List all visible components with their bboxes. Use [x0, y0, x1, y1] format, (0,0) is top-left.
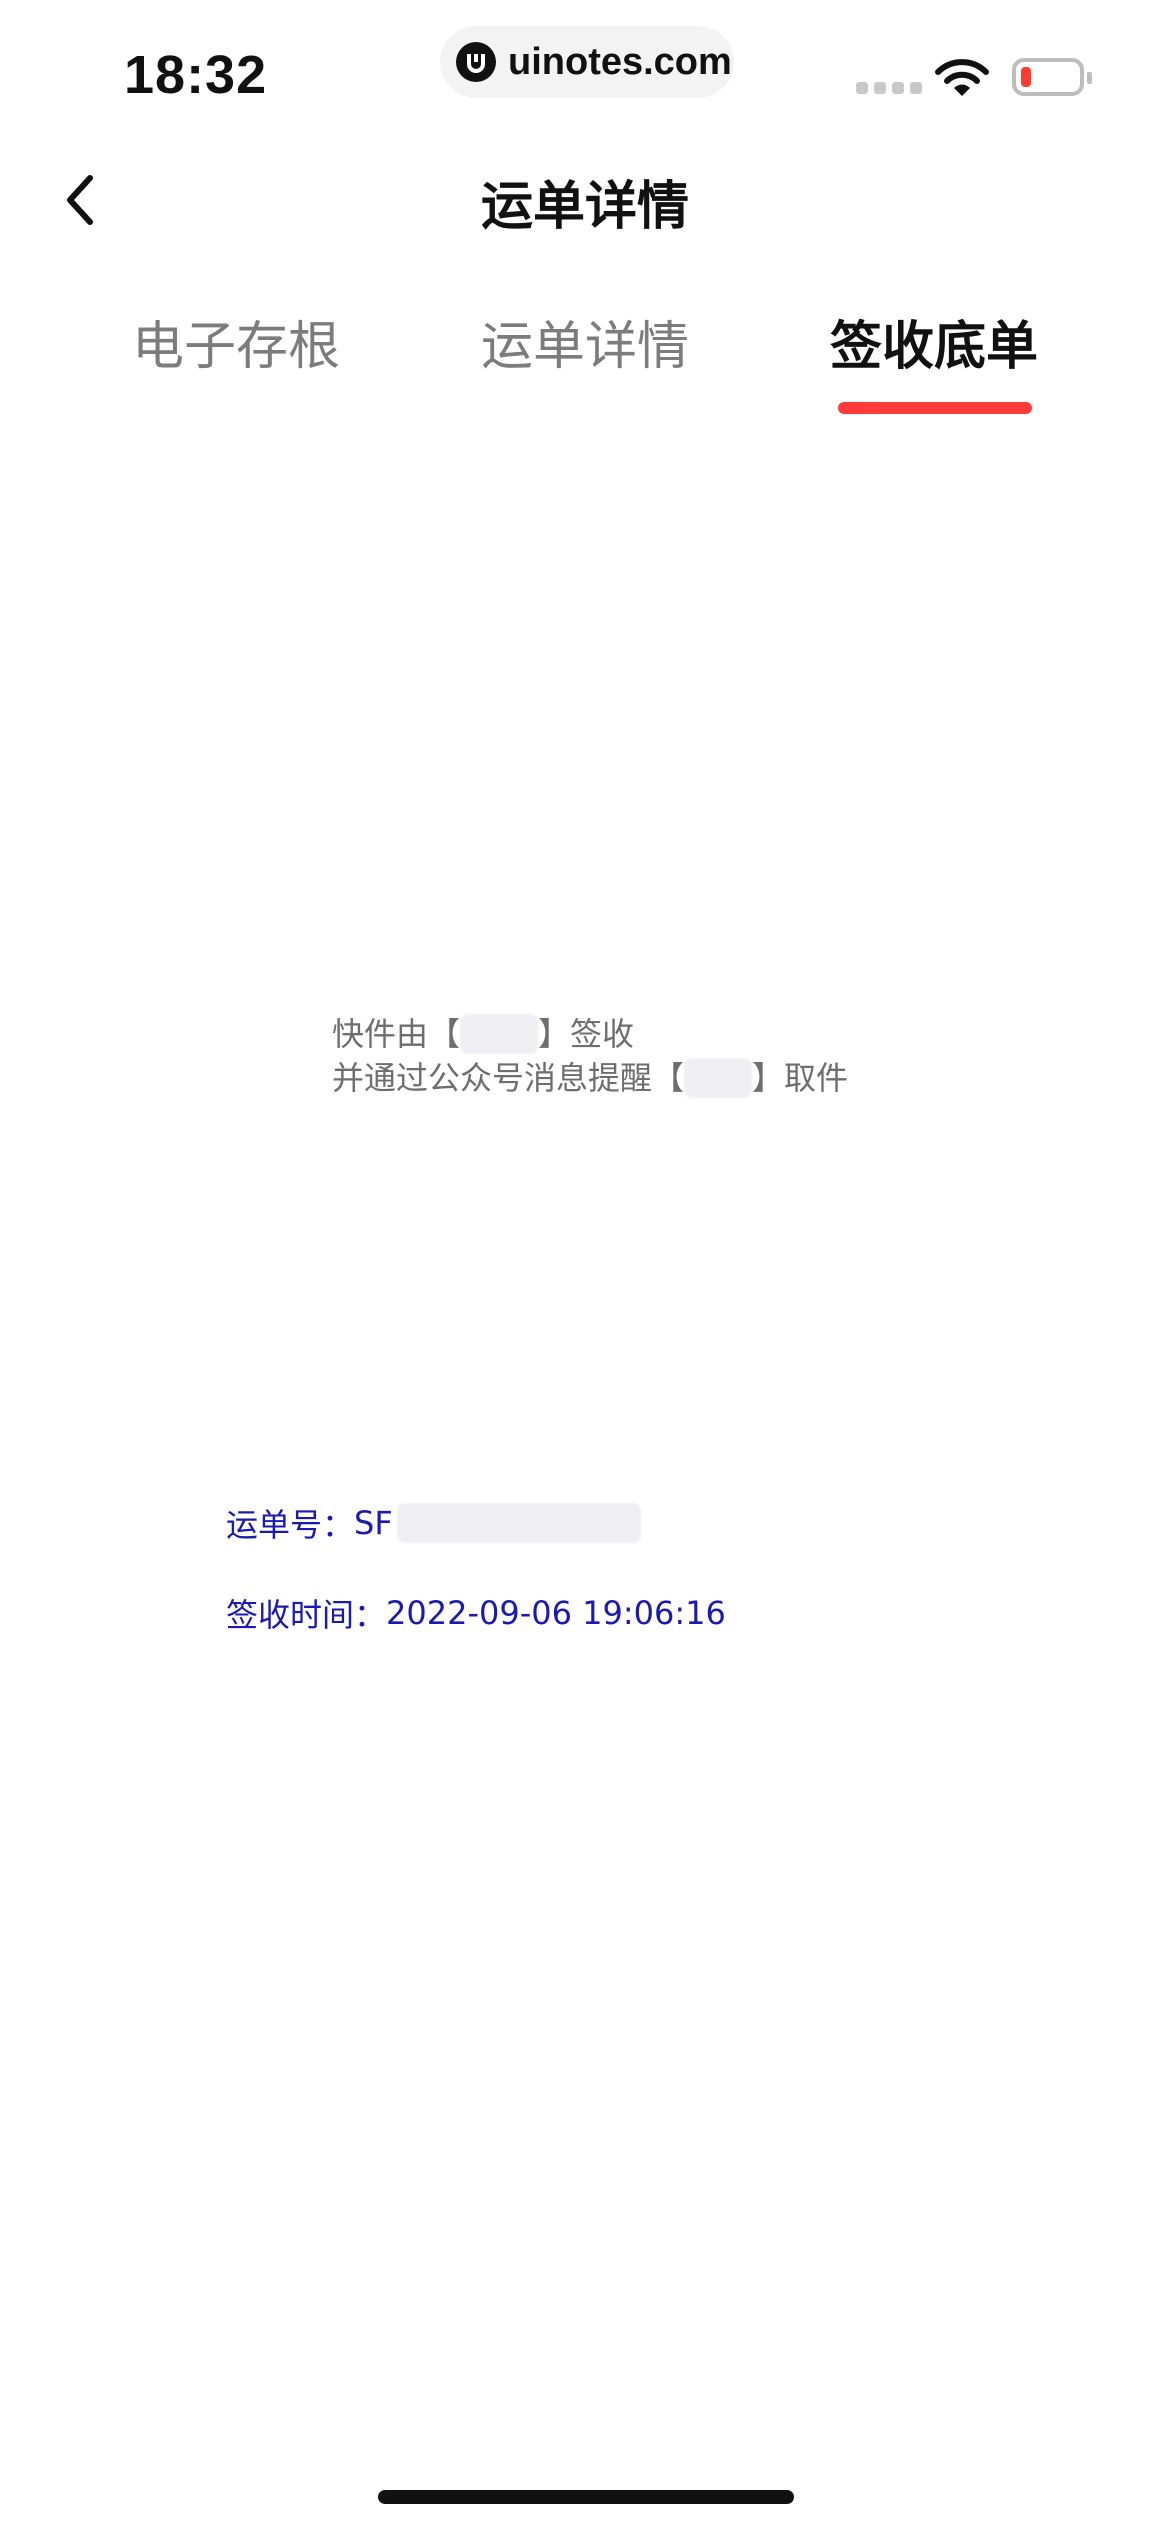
sign-time-value: 2022-09-06 19:06:16 — [386, 1594, 726, 1632]
navigation-bar: 运单详情 — [0, 140, 1170, 260]
page-title: 运单详情 — [480, 177, 689, 237]
wifi-icon — [935, 59, 989, 96]
redacted-pickup-location — [684, 1058, 753, 1098]
notice-line2-prefix: 并通过公众号消息提醒【 — [332, 1059, 685, 1097]
status-bar: 18:32 uinotes.com — [0, 0, 1170, 140]
tab-waybill-details[interactable]: 运单详情 — [435, 304, 735, 379]
notice-line-signed: 快件由【 】签收 — [332, 1012, 848, 1056]
uinotes-logo-icon — [456, 42, 496, 82]
waybill-number-row: 运单号： SF — [226, 1500, 641, 1546]
waybill-label: 运单号： — [226, 1506, 355, 1544]
status-time: 18:32 — [124, 45, 268, 105]
home-indicator — [378, 2490, 794, 2504]
delivery-notice: 快件由【 】签收 并通过公众号消息提醒【 】取件 — [332, 1012, 848, 1100]
redacted-signer — [460, 1014, 539, 1054]
url-text: uinotes.com — [508, 40, 732, 83]
tab-electronic-stub[interactable]: 电子存根 — [86, 304, 386, 379]
url-pill[interactable]: uinotes.com — [440, 26, 734, 98]
tab-bar: 电子存根 运单详情 签收底单 — [0, 290, 1170, 420]
notice-line-pickup: 并通过公众号消息提醒【 】取件 — [332, 1056, 848, 1100]
battery-icon — [1012, 58, 1092, 96]
notice-line1-prefix: 快件由【 — [332, 1015, 461, 1053]
signal-icon — [856, 82, 922, 94]
notice-line2-suffix: 】取件 — [752, 1059, 849, 1097]
sign-time-label: 签收时间： — [226, 1596, 387, 1634]
tab-signed-receipt[interactable]: 签收底单 — [784, 304, 1084, 379]
battery-level — [1021, 67, 1031, 87]
active-tab-indicator — [838, 402, 1032, 414]
notice-line1-suffix: 】签收 — [538, 1015, 635, 1053]
waybill-prefix: SF — [354, 1504, 393, 1542]
sign-time-row: 签收时间： 2022-09-06 19:06:16 — [226, 1590, 726, 1636]
redacted-waybill-number — [396, 1503, 641, 1543]
